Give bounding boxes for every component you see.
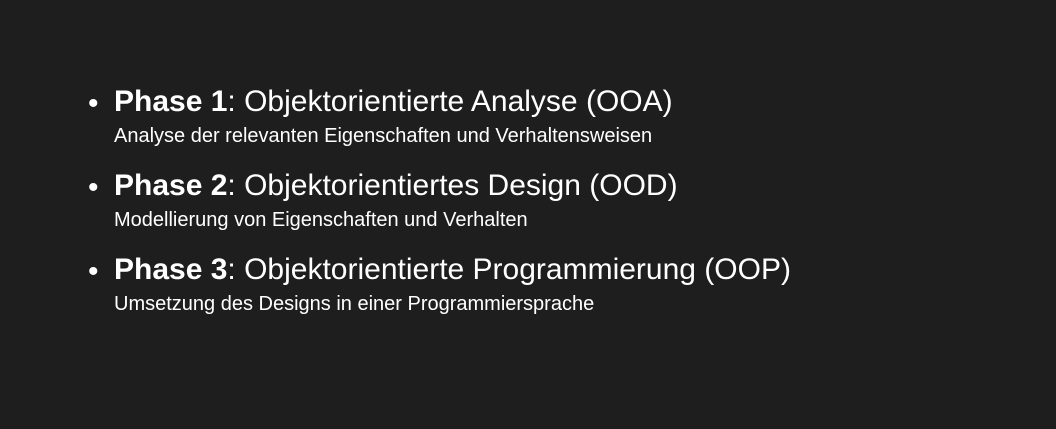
phase-label: Phase 1 bbox=[114, 85, 228, 118]
phase-description: Analyse der relevanten Eigenschaften und… bbox=[114, 125, 653, 147]
bullet-icon: • bbox=[88, 87, 99, 120]
phase-label: Phase 3 bbox=[114, 253, 228, 286]
phase-heading: Phase 2: Objektorientiertes Design (OOD) bbox=[114, 168, 1026, 204]
list-item-phase-1: • Phase 1: Objektorientierte Analyse (OO… bbox=[86, 84, 1026, 150]
phase-separator: : bbox=[227, 169, 236, 202]
phase-description: Umsetzung des Designs in einer Programmi… bbox=[114, 293, 595, 315]
phase-title: Objektorientierte Programmierung (OOP) bbox=[235, 253, 791, 286]
phase-label: Phase 2 bbox=[114, 169, 228, 202]
phase-title: Objektorientiertes Design (OOD) bbox=[235, 169, 678, 202]
phase-heading: Phase 3: Objektorientierte Programmierun… bbox=[114, 252, 1026, 288]
phase-separator: : bbox=[227, 253, 236, 286]
phase-description: Modellierung von Eigenschaften und Verha… bbox=[114, 209, 528, 231]
slide: • Phase 1: Objektorientierte Analyse (OO… bbox=[0, 0, 1056, 429]
phase-title: Objektorientierte Analyse (OOA) bbox=[235, 85, 673, 118]
list-item-phase-2: • Phase 2: Objektorientiertes Design (OO… bbox=[86, 168, 1026, 234]
list-item-phase-3: • Phase 3: Objektorientierte Programmier… bbox=[86, 252, 1026, 318]
phase-list: • Phase 1: Objektorientierte Analyse (OO… bbox=[86, 84, 1026, 336]
bullet-icon: • bbox=[88, 171, 99, 204]
bullet-icon: • bbox=[88, 255, 99, 288]
phase-heading: Phase 1: Objektorientierte Analyse (OOA) bbox=[114, 84, 1026, 120]
phase-separator: : bbox=[227, 85, 236, 118]
